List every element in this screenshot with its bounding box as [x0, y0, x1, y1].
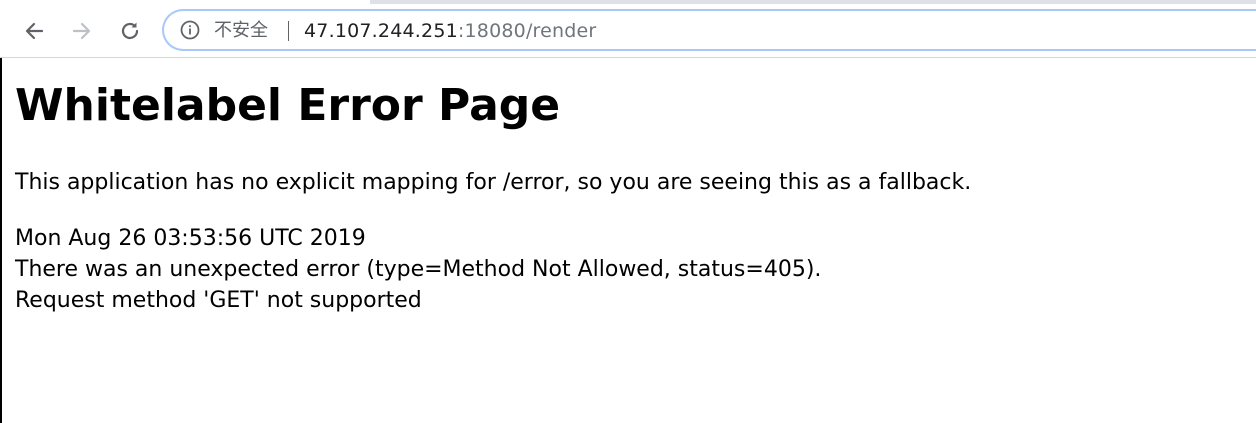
forward-button[interactable] — [64, 13, 100, 49]
url-host: 47.107.244.251 — [304, 20, 458, 42]
error-detail-line: Request method 'GET' not supported — [15, 288, 422, 313]
error-timestamp: Mon Aug 26 03:53:56 UTC 2019 — [15, 226, 366, 251]
forward-arrow-icon — [72, 22, 91, 40]
info-icon[interactable] — [180, 20, 200, 40]
fallback-message: This application has no explicit mapping… — [15, 170, 972, 195]
reload-icon — [121, 22, 139, 40]
browser-toolbar: 不安全 47.107.244.251:18080/render — [0, 0, 1256, 58]
omnibox-separator — [288, 21, 289, 41]
tab-strip — [0, 0, 1256, 4]
address-bar[interactable]: 不安全 47.107.244.251:18080/render — [162, 9, 1256, 51]
reload-button[interactable] — [112, 13, 148, 49]
url-text[interactable]: 47.107.244.251:18080/render — [304, 18, 596, 44]
error-type-line: There was an unexpected error (type=Meth… — [15, 257, 822, 282]
error-details: Mon Aug 26 03:53:56 UTC 2019 There was a… — [15, 223, 821, 316]
security-status-label[interactable]: 不安全 — [214, 19, 268, 43]
active-tab[interactable] — [0, 0, 370, 4]
url-path: :18080/render — [457, 20, 597, 42]
page-title: Whitelabel Error Page — [15, 80, 561, 131]
back-arrow-icon — [25, 22, 44, 40]
back-button[interactable] — [16, 13, 52, 49]
window-left-edge — [0, 58, 2, 423]
